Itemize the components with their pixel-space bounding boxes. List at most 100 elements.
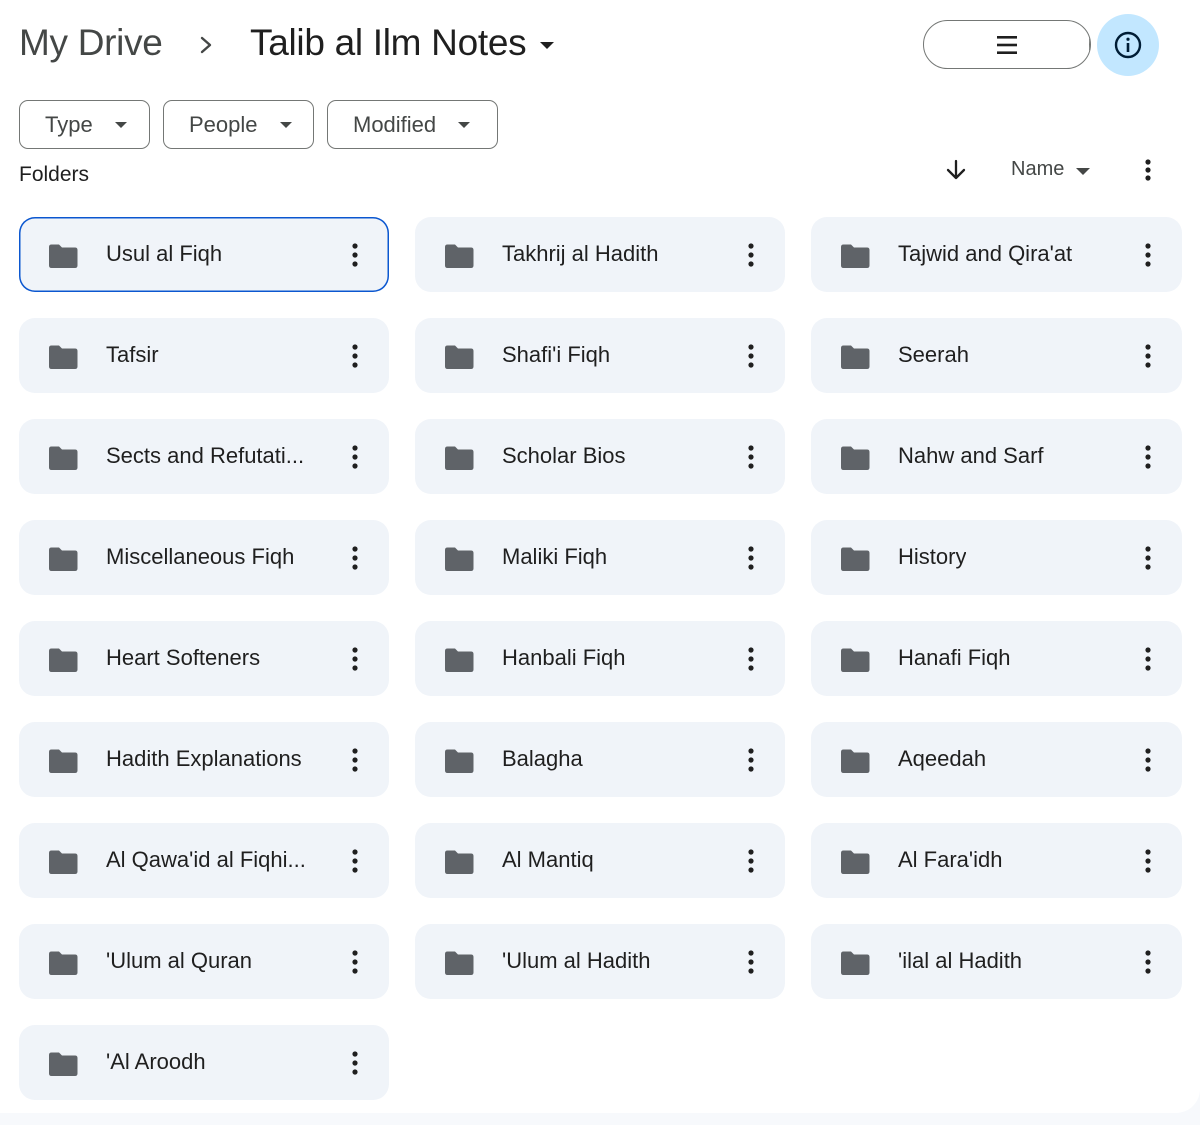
folder-more-button[interactable] xyxy=(1136,847,1160,875)
filter-people-chip[interactable]: People xyxy=(163,100,314,149)
more-vert-icon xyxy=(1145,647,1151,671)
folder-grid: Usul al Fiqh Takhrij al Hadith Tajwid an… xyxy=(19,217,1182,1100)
more-vert-icon xyxy=(748,849,754,873)
folder-more-button[interactable] xyxy=(1136,746,1160,774)
folder-icon xyxy=(49,648,78,672)
breadcrumb-my-drive[interactable]: My Drive xyxy=(19,22,163,64)
folder-card[interactable]: History xyxy=(811,520,1182,595)
folder-name: 'ilal al Hadith xyxy=(898,948,1023,973)
folder-more-button[interactable] xyxy=(739,847,763,875)
breadcrumb-current-folder[interactable]: Talib al Ilm Notes xyxy=(250,22,555,64)
folder-name: Miscellaneous Fiqh xyxy=(106,544,295,569)
folder-icon xyxy=(445,850,474,874)
folder-more-button[interactable] xyxy=(343,342,367,370)
folder-card[interactable]: Tafsir xyxy=(19,318,389,393)
folder-card[interactable]: Balagha xyxy=(415,722,785,797)
folder-name: Seerah xyxy=(898,342,969,367)
folder-icon xyxy=(49,1052,78,1076)
more-vert-icon xyxy=(1145,748,1151,772)
arrow-down-icon[interactable] xyxy=(943,157,969,183)
details-info-button[interactable] xyxy=(1097,14,1159,76)
folder-card[interactable]: Scholar Bios xyxy=(415,419,785,494)
folder-icon xyxy=(841,345,870,369)
folder-card[interactable]: Sects and Refutati... xyxy=(19,419,389,494)
caret-down-icon xyxy=(458,121,471,128)
folder-card[interactable]: Usul al Fiqh xyxy=(19,217,389,292)
folder-more-button[interactable] xyxy=(1136,948,1160,976)
folder-card[interactable]: Takhrij al Hadith xyxy=(415,217,785,292)
more-vert-icon xyxy=(352,1051,358,1075)
filter-type-chip[interactable]: Type xyxy=(19,100,150,149)
list-view-button[interactable] xyxy=(924,21,1090,68)
filter-modified-chip[interactable]: Modified xyxy=(327,100,498,149)
folder-name: Al Qawa'id al Fiqhi... xyxy=(106,847,306,872)
folder-name: Sects and Refutati... xyxy=(106,443,305,468)
folder-more-button[interactable] xyxy=(1136,645,1160,673)
folder-name: Al Fara'idh xyxy=(898,847,1003,872)
folder-card[interactable]: Hadith Explanations xyxy=(19,722,389,797)
folder-more-button[interactable] xyxy=(739,645,763,673)
folder-icon xyxy=(841,446,870,470)
folder-card[interactable]: Al Qawa'id al Fiqhi... xyxy=(19,823,389,898)
folder-card[interactable]: Al Mantiq xyxy=(415,823,785,898)
folder-name: Balagha xyxy=(502,746,583,771)
folder-icon xyxy=(49,345,78,369)
more-vert-icon[interactable] xyxy=(1136,157,1160,183)
folder-name: Maliki Fiqh xyxy=(502,544,608,569)
caret-down-icon xyxy=(1076,167,1091,175)
folder-icon xyxy=(445,446,474,470)
folder-card[interactable]: 'ilal al Hadith xyxy=(811,924,1182,999)
folder-card[interactable]: Nahw and Sarf xyxy=(811,419,1182,494)
folder-more-button[interactable] xyxy=(343,948,367,976)
more-vert-icon xyxy=(748,344,754,368)
folder-more-button[interactable] xyxy=(343,544,367,572)
folder-card[interactable]: 'Ulum al Quran xyxy=(19,924,389,999)
folder-icon xyxy=(445,547,474,571)
folder-card[interactable]: Aqeedah xyxy=(811,722,1182,797)
folder-more-button[interactable] xyxy=(343,645,367,673)
caret-down-icon xyxy=(540,41,555,49)
folder-more-button[interactable] xyxy=(739,948,763,976)
folder-name: History xyxy=(898,544,967,569)
drive-page: My Drive Talib al Ilm Notes Type People … xyxy=(0,0,1200,1113)
folder-name: Hadith Explanations xyxy=(106,746,302,771)
folder-name: Scholar Bios xyxy=(502,443,626,468)
folder-more-button[interactable] xyxy=(1136,241,1160,269)
folder-card[interactable]: Al Fara'idh xyxy=(811,823,1182,898)
folder-more-button[interactable] xyxy=(739,443,763,471)
folder-more-button[interactable] xyxy=(343,443,367,471)
folder-name: Tajwid and Qira'at xyxy=(898,241,1073,266)
filter-people-label: People xyxy=(189,111,258,137)
folder-more-button[interactable] xyxy=(343,1049,367,1077)
folder-more-button[interactable] xyxy=(343,241,367,269)
current-folder-name: Talib al Ilm Notes xyxy=(250,22,527,63)
folder-card[interactable]: Tajwid and Qira'at xyxy=(811,217,1182,292)
folder-card[interactable]: Miscellaneous Fiqh xyxy=(19,520,389,595)
more-vert-icon xyxy=(352,748,358,772)
more-vert-icon xyxy=(748,243,754,267)
folder-card[interactable]: Maliki Fiqh xyxy=(415,520,785,595)
sort-by-name-button[interactable]: Name xyxy=(1011,158,1091,181)
folder-more-button[interactable] xyxy=(739,342,763,370)
folder-more-button[interactable] xyxy=(739,544,763,572)
folder-card[interactable]: Hanbali Fiqh xyxy=(415,621,785,696)
folder-card[interactable]: Seerah xyxy=(811,318,1182,393)
folder-more-button[interactable] xyxy=(1136,544,1160,572)
folder-icon xyxy=(445,951,474,975)
folder-icon xyxy=(49,446,78,470)
folder-more-button[interactable] xyxy=(343,746,367,774)
folder-card[interactable]: Heart Softeners xyxy=(19,621,389,696)
folder-card[interactable]: Hanafi Fiqh xyxy=(811,621,1182,696)
folder-more-button[interactable] xyxy=(1136,443,1160,471)
folder-card[interactable]: 'Al Aroodh xyxy=(19,1025,389,1100)
folder-more-button[interactable] xyxy=(343,847,367,875)
caret-down-icon xyxy=(279,121,292,128)
folder-icon xyxy=(841,749,870,773)
more-vert-icon xyxy=(748,950,754,974)
more-vert-icon xyxy=(748,748,754,772)
folder-more-button[interactable] xyxy=(739,746,763,774)
folder-more-button[interactable] xyxy=(1136,342,1160,370)
folder-card[interactable]: 'Ulum al Hadith xyxy=(415,924,785,999)
folder-more-button[interactable] xyxy=(739,241,763,269)
folder-card[interactable]: Shafi'i Fiqh xyxy=(415,318,785,393)
